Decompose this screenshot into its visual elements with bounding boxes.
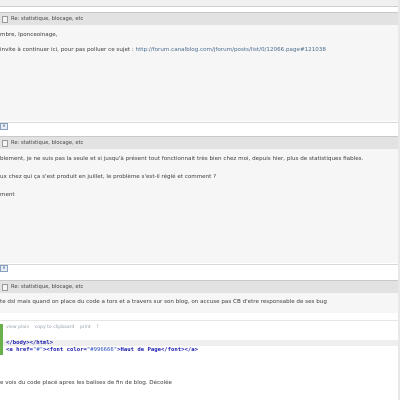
post-subject: Re: statistique, blocage, etc	[11, 284, 84, 290]
post-subject: Re: statistique, blocage, etc	[11, 140, 84, 146]
post-text-line: ment	[0, 192, 15, 198]
code-block: view plain copy to clipboard print ? </b…	[0, 320, 400, 359]
post-footer: R	[0, 122, 400, 130]
post-icon	[2, 140, 8, 147]
post-text-line: e vois du code placé apres les balises d…	[0, 380, 172, 386]
code-tag: </body></html>	[6, 340, 54, 346]
post-icon	[2, 284, 8, 291]
view-plain-link[interactable]: view plain	[6, 325, 29, 330]
post-text-line: blement, je ne suis pas la seule et si j…	[0, 156, 364, 162]
post-header: Re: statistique, blocage, etc	[0, 12, 400, 26]
forum-link[interactable]: http://forum.canalblog.com/jforum/posts/…	[136, 47, 326, 53]
top-divider	[0, 0, 400, 7]
print-link[interactable]: print	[80, 325, 91, 330]
post-body: blement, je ne suis pas la seule et si j…	[0, 149, 400, 263]
code-string: "#996666"	[86, 347, 118, 353]
post-icon	[2, 16, 8, 23]
code-tag: </font></a>	[160, 347, 198, 353]
post-text: invite à continuer ici, pour pas polluer…	[0, 47, 134, 53]
code-text: >Haut de Page	[117, 347, 161, 353]
code-tag: <a href=	[6, 347, 33, 353]
post-text-line: ux chez qui ça s'est produit en juillet,…	[0, 174, 217, 180]
post-text-line: mbre, lponceoinage,	[0, 32, 58, 38]
code-line: </body></html>	[3, 340, 398, 346]
code-string: "#"	[32, 347, 44, 353]
post-body: te dsl mais quand on place du code a tor…	[0, 293, 400, 313]
post-header: Re: statistique, blocage, etc	[0, 136, 400, 150]
reply-button[interactable]: R	[0, 123, 8, 130]
code-line: <a href="#"><font color="#996666">Haut d…	[6, 347, 198, 353]
copy-to-clipboard-link[interactable]: copy to clipboard	[35, 325, 75, 330]
code-tag: ><font color=	[43, 347, 87, 353]
post-footer: R	[0, 264, 400, 272]
reply-button[interactable]: R	[0, 265, 8, 272]
post-text-line: invite à continuer ici, pour pas polluer…	[0, 47, 326, 53]
post-header: Re: statistique, blocage, etc	[0, 280, 400, 294]
post-subject: Re: statistique, blocage, etc	[11, 16, 84, 22]
code-toolbar: view plain copy to clipboard print ?	[6, 325, 103, 330]
post-body: mbre, lponceoinage, invite à continuer i…	[0, 25, 400, 121]
post-text-line: te dsl mais quand on place du code a tor…	[0, 299, 327, 305]
help-link[interactable]: ?	[96, 325, 98, 330]
